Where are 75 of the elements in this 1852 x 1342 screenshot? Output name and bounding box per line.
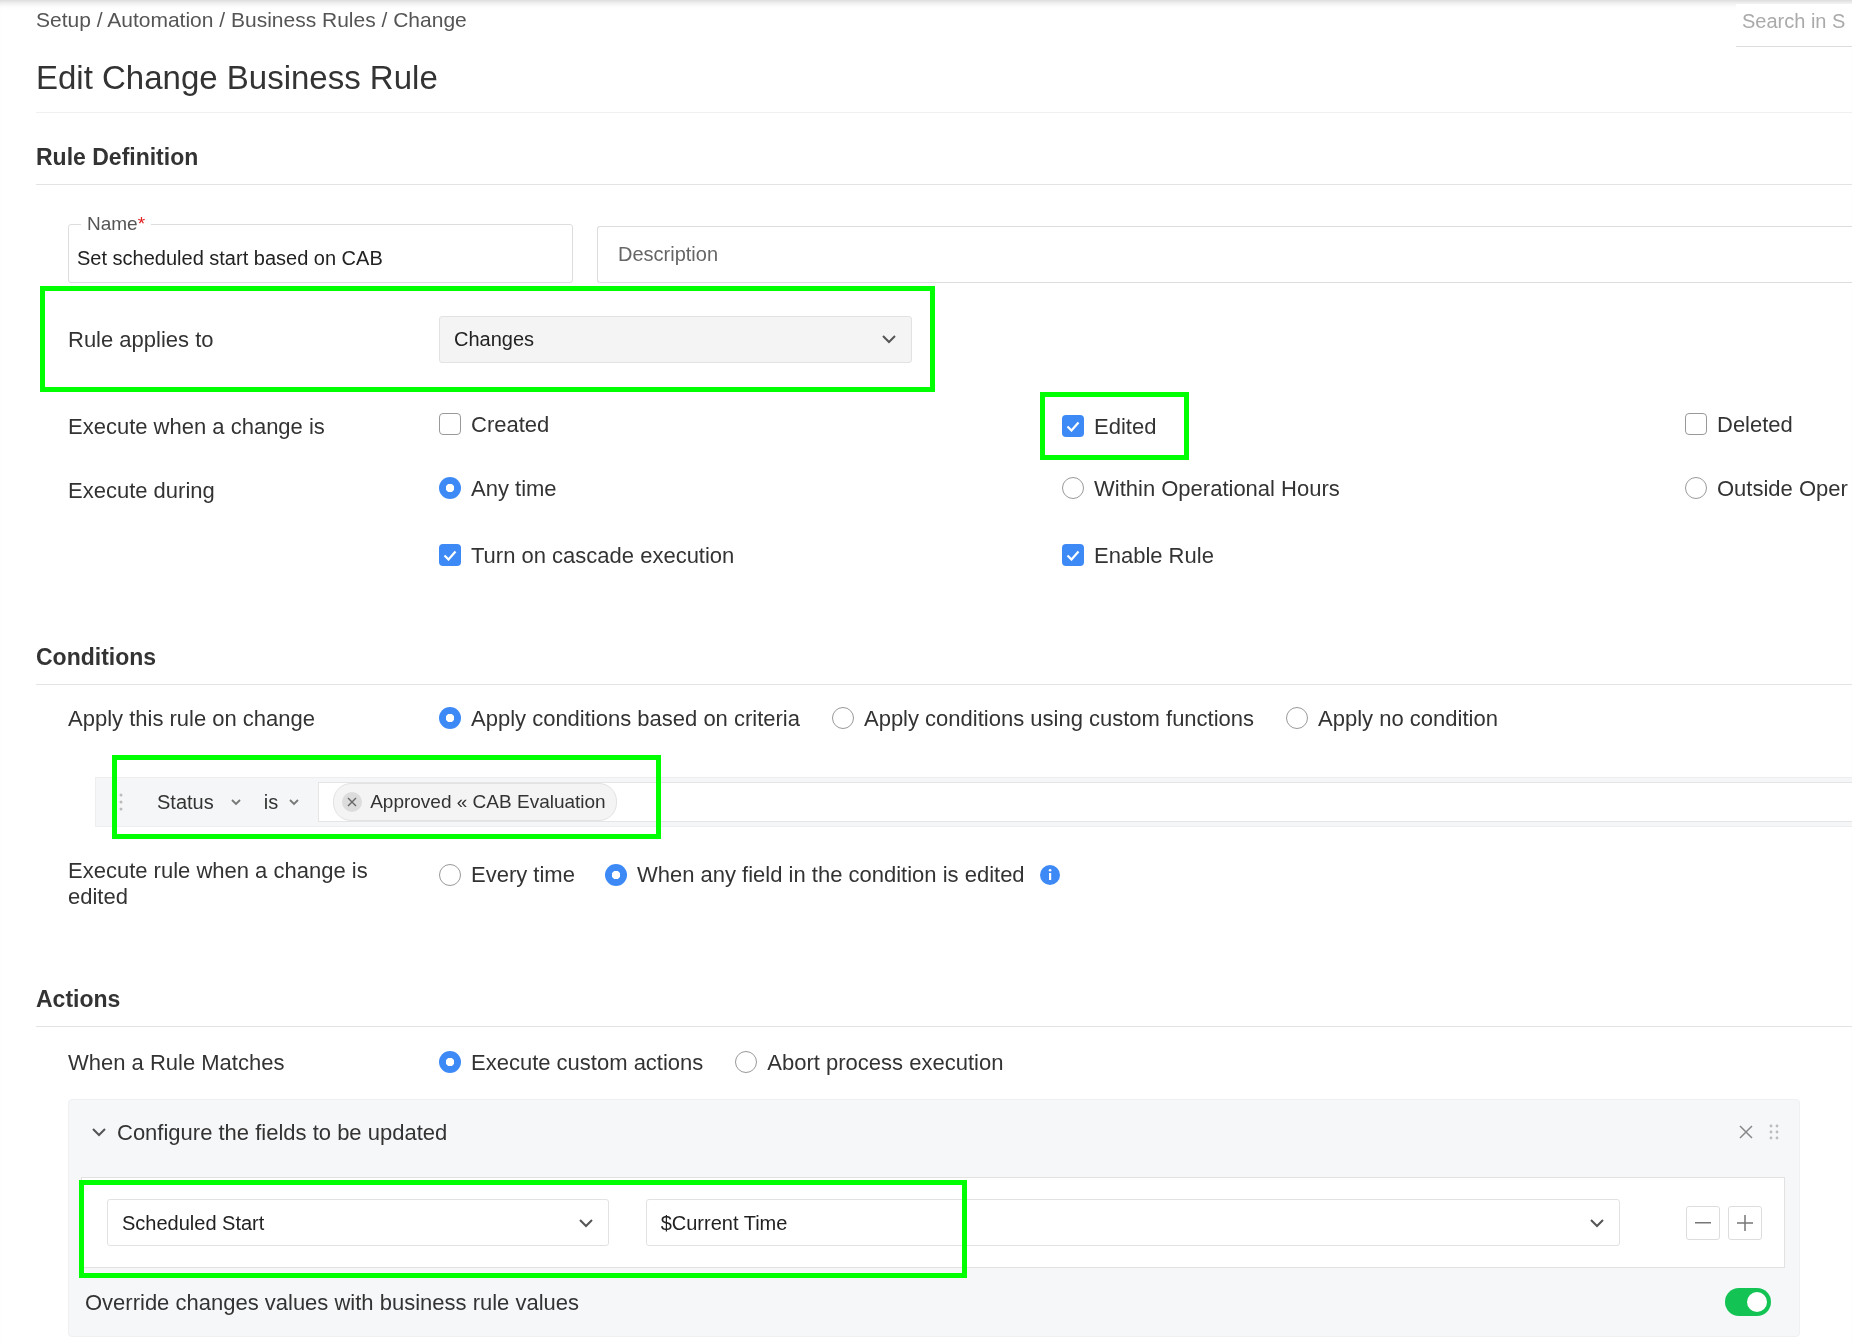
- radio-option[interactable]: Apply no condition: [1286, 701, 1498, 735]
- field-dropdown[interactable]: Status: [157, 787, 242, 817]
- toggle-switch[interactable]: [1725, 1288, 1771, 1316]
- chevron-down-icon: [288, 798, 301, 806]
- checkmark-icon: [1066, 549, 1080, 561]
- checkbox[interactable]: [439, 413, 461, 436]
- chevron-down-icon: [1589, 1217, 1605, 1228]
- field-label: Execute when a change is: [68, 412, 326, 441]
- radio-option[interactable]: Any time: [439, 471, 557, 505]
- radio-option[interactable]: Outside Oper: [1685, 471, 1848, 505]
- page-title: Edit Change Business Rule: [36, 58, 1852, 113]
- radio-option[interactable]: When any field in the condition is edited: [604, 858, 1025, 891]
- field-label: Rule applies to: [68, 325, 215, 354]
- checkbox-option[interactable]: Created: [439, 407, 550, 441]
- section-heading: Conditions: [36, 582, 1852, 685]
- drag-handle-icon: [1769, 1124, 1779, 1140]
- radio-button[interactable]: [1286, 707, 1309, 729]
- close-icon: [347, 797, 358, 807]
- info-icon: [1038, 863, 1061, 886]
- radio-button[interactable]: [1062, 477, 1084, 500]
- value-dropdown[interactable]: $Current Time: [645, 1199, 1620, 1246]
- field-label: Execute during: [68, 476, 216, 505]
- radio-option[interactable]: Apply conditions based on criteria: [439, 701, 800, 735]
- panel-title: Configure the fields to be updated: [117, 1118, 449, 1147]
- drag-handle-icon: [119, 793, 123, 811]
- radio-button[interactable]: [439, 707, 461, 729]
- required-mark: *: [137, 213, 146, 234]
- checkbox-option[interactable]: Edited: [1062, 409, 1157, 443]
- plus-icon: [1737, 1214, 1753, 1231]
- dropdown[interactable]: Changes: [439, 315, 912, 363]
- checkbox-option[interactable]: Deleted: [1685, 407, 1793, 441]
- radio-button[interactable]: [1685, 477, 1707, 500]
- radio-button[interactable]: [735, 1051, 758, 1073]
- checkmark-icon: [443, 549, 457, 561]
- chevron-down-icon: [229, 798, 242, 806]
- radio-button[interactable]: [439, 477, 461, 500]
- tag-label: Approved « CAB Evaluation: [370, 789, 606, 814]
- close-button[interactable]: [1739, 1125, 1753, 1139]
- field-label: Apply this rule on change: [68, 704, 317, 733]
- radio-button[interactable]: [439, 863, 461, 886]
- description-field[interactable]: Description: [597, 226, 1852, 283]
- section-heading: Rule Definition: [36, 113, 1852, 185]
- radio-option[interactable]: Execute custom actions: [439, 1045, 704, 1079]
- radio-button[interactable]: [604, 863, 627, 886]
- radio-button[interactable]: [831, 707, 854, 729]
- add-row-button[interactable]: [1728, 1205, 1762, 1240]
- checkmark-icon: [1066, 420, 1080, 432]
- checkbox-option[interactable]: Enable Rule: [1062, 538, 1214, 572]
- field-label: When a Rule Matches: [68, 1048, 286, 1077]
- checkbox[interactable]: [1685, 413, 1707, 436]
- remove-button[interactable]: [342, 792, 363, 812]
- operator-dropdown[interactable]: is: [263, 787, 301, 817]
- breadcrumb[interactable]: Setup / Automation / Business Rules / Change: [36, 8, 467, 31]
- checkbox[interactable]: [439, 544, 461, 566]
- value-field[interactable]: Approved « CAB Evaluation: [318, 782, 1852, 822]
- option-label: Override changes values with business rule values: [85, 1288, 580, 1317]
- remove-row-button[interactable]: [1686, 1205, 1720, 1240]
- collapse-toggle[interactable]: [91, 1127, 107, 1137]
- radio-option[interactable]: Apply conditions using custom functions: [831, 701, 1255, 735]
- field-label: Execute rule when a change is edited: [68, 858, 369, 911]
- field-dropdown[interactable]: Scheduled Start: [107, 1199, 609, 1246]
- search-field[interactable]: Search in S: [1736, 4, 1852, 47]
- checkbox-option[interactable]: Turn on cascade execution: [439, 538, 735, 572]
- radio-option[interactable]: Abort process execution: [735, 1045, 1004, 1079]
- minus-icon: [1695, 1221, 1711, 1224]
- chevron-down-icon: [881, 334, 897, 344]
- radio-option[interactable]: Within Operational Hours: [1062, 471, 1340, 505]
- field-label: Name: [87, 213, 138, 234]
- radio-button[interactable]: [439, 1051, 461, 1073]
- radio-option[interactable]: Every time: [439, 858, 575, 891]
- chevron-down-icon: [577, 1217, 594, 1228]
- name-input[interactable]: Set scheduled start based on CAB: [77, 243, 564, 273]
- section-heading: Actions: [36, 958, 1852, 1027]
- checkbox[interactable]: [1062, 415, 1084, 437]
- checkbox[interactable]: [1062, 544, 1084, 566]
